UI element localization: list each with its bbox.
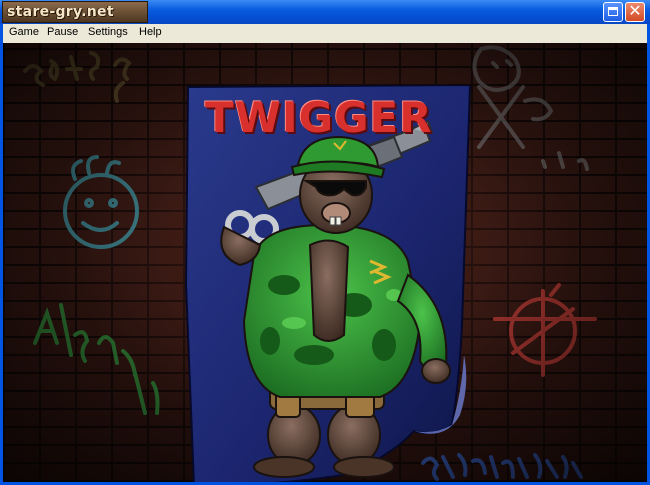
- close-button[interactable]: ✕: [625, 1, 645, 22]
- menu-pause[interactable]: Pause: [47, 26, 78, 38]
- maximize-icon: [608, 7, 618, 16]
- menu-help[interactable]: Help: [139, 26, 162, 38]
- site-logo-text: stare-gry.net: [7, 4, 114, 20]
- poster-title: TWIGGER: [205, 93, 433, 142]
- game-canvas[interactable]: TWIGGER: [3, 43, 647, 482]
- menu-game[interactable]: Game: [9, 26, 39, 38]
- site-logo: stare-gry.net: [2, 1, 148, 23]
- close-icon: ✕: [628, 1, 642, 20]
- game-window: stare-gry.net ✕ Game Pause Settings Help: [0, 0, 650, 485]
- twigger-poster[interactable]: [184, 85, 472, 482]
- title-bar[interactable]: stare-gry.net ✕: [0, 0, 650, 24]
- maximize-button[interactable]: [603, 2, 623, 22]
- menu-bar: Game Pause Settings Help: [3, 24, 647, 43]
- menu-settings[interactable]: Settings: [88, 26, 128, 38]
